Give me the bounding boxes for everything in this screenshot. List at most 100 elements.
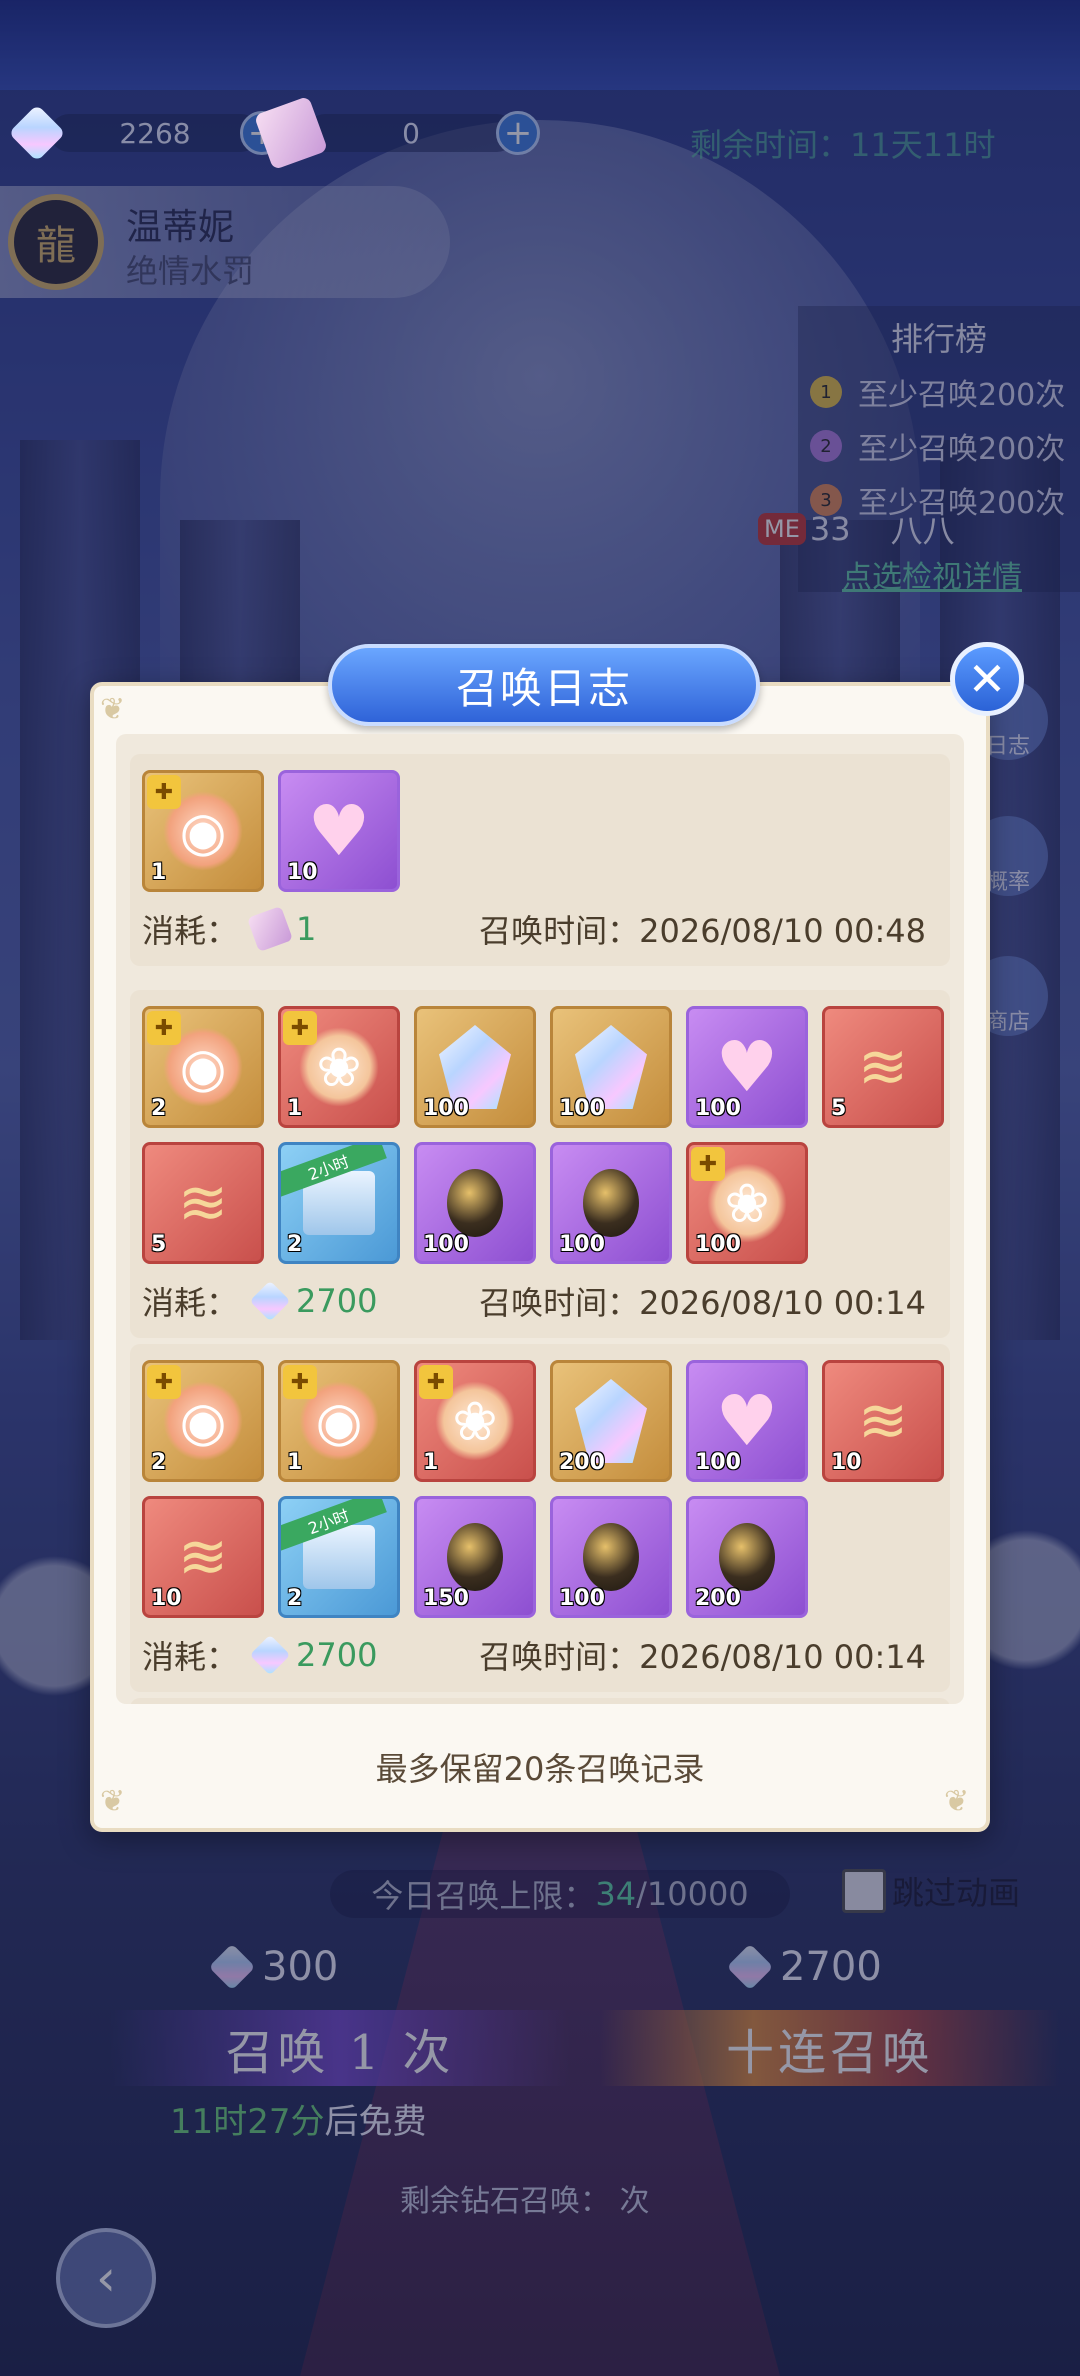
- summon-log-dialog: 召唤日志 ✕ ❦ ❦ ❦ ◉ ✚ 1 ♥ 10 消耗： 1 召唤时间：2026/08/1…: [90, 642, 1024, 1832]
- close-icon: ✕: [967, 652, 1007, 706]
- summon-time-value: 2026/08/10 00:14: [639, 1284, 926, 1322]
- reward-item[interactable]: ◉ ✚ 1: [142, 770, 264, 892]
- reward-items: ◉ ✚ 2 ◉ ✚ 1 ❀ ✚ 1 200 ♥ 100 ≋ 10 ≋ 10 2小时 2 150 100 200: [130, 1344, 950, 1618]
- reward-item[interactable]: ≋ 10: [822, 1360, 944, 1482]
- reward-quantity: 100: [559, 1586, 605, 1611]
- summon-time: 召唤时间：2026/08/10 00:48: [479, 906, 926, 952]
- heart-icon: ♥: [715, 1026, 779, 1108]
- gem-icon: [249, 1280, 291, 1322]
- egg-icon: [719, 1523, 775, 1591]
- puzzle-piece-icon: ✚: [691, 1147, 725, 1181]
- summon-time-label: 召唤时间：: [479, 1284, 640, 1322]
- summon-time-value: 2026/08/10 00:48: [639, 912, 926, 950]
- summon-time: 召唤时间：2026/08/10 00:14: [479, 1632, 926, 1678]
- corner-ornament-icon: ❦: [100, 1784, 126, 1819]
- summon-time-label: 召唤时间：: [479, 1638, 640, 1676]
- heart-icon: ♥: [307, 790, 371, 872]
- reward-quantity: 1: [287, 1096, 303, 1121]
- reward-item[interactable]: ≋ 5: [822, 1006, 944, 1128]
- reward-item[interactable]: ♥ 100: [686, 1006, 808, 1128]
- consume-amount: 2700: [296, 1636, 378, 1674]
- reward-quantity: 200: [559, 1450, 605, 1475]
- dragon-icon: ≋: [177, 1522, 229, 1592]
- reward-item[interactable]: 100: [550, 1142, 672, 1264]
- dialog-title: 召唤日志: [328, 644, 760, 726]
- reward-quantity: 10: [287, 860, 318, 885]
- consume-amount: 1: [296, 910, 317, 948]
- reward-item[interactable]: 200: [550, 1360, 672, 1482]
- reward-item[interactable]: 2小时 2: [278, 1142, 400, 1264]
- consume-label: 消耗：: [142, 1638, 239, 1676]
- puzzle-piece-icon: ✚: [283, 1011, 317, 1045]
- reward-item[interactable]: ◉ ✚ 2: [142, 1006, 264, 1128]
- summon-record-partial: [130, 1698, 950, 1704]
- reward-items: ◉ ✚ 1 ♥ 10: [130, 754, 950, 892]
- reward-item[interactable]: 100: [414, 1006, 536, 1128]
- reward-item[interactable]: ♥ 10: [278, 770, 400, 892]
- reward-item[interactable]: ≋ 10: [142, 1496, 264, 1618]
- heart-icon: ♥: [715, 1380, 779, 1462]
- reward-quantity: 5: [151, 1232, 167, 1257]
- reward-quantity: 200: [695, 1586, 741, 1611]
- reward-item[interactable]: ◉ ✚ 1: [278, 1360, 400, 1482]
- reward-item[interactable]: ≋ 5: [142, 1142, 264, 1264]
- reward-quantity: 10: [151, 1586, 182, 1611]
- reward-item[interactable]: 2小时 2: [278, 1496, 400, 1618]
- reward-quantity: 100: [559, 1096, 605, 1121]
- consume-amount: 2700: [296, 1282, 378, 1320]
- puzzle-piece-icon: ✚: [147, 1365, 181, 1399]
- reward-quantity: 1: [287, 1450, 303, 1475]
- reward-item[interactable]: ◉ ✚ 2: [142, 1360, 264, 1482]
- consume-info: 消耗： 1: [142, 905, 317, 953]
- reward-item[interactable]: 100: [550, 1006, 672, 1128]
- reward-quantity: 1: [151, 860, 167, 885]
- corner-ornament-icon: ❦: [944, 1784, 970, 1819]
- egg-icon: [447, 1523, 503, 1591]
- reward-quantity: 100: [423, 1232, 469, 1257]
- summon-record: ◉ ✚ 2 ❀ ✚ 1 100 100 ♥ 100 ≋ 5 ≋ 5 2小时 2 100 100 ❀ ✚ 100 消耗： …: [130, 990, 950, 1338]
- summon-record: ◉ ✚ 1 ♥ 10 消耗： 1 召唤时间：2026/08/10 00:48: [130, 754, 950, 966]
- reward-item[interactable]: ❀ ✚ 100: [686, 1142, 808, 1264]
- dragon-icon: ≋: [177, 1168, 229, 1238]
- egg-icon: [583, 1523, 639, 1591]
- corner-ornament-icon: ❦: [100, 692, 126, 727]
- consume-label: 消耗：: [142, 912, 239, 950]
- reward-quantity: 10: [831, 1450, 862, 1475]
- puzzle-piece-icon: ✚: [147, 1011, 181, 1045]
- reward-items: [130, 1698, 950, 1704]
- consume-info: 消耗： 2700: [142, 1632, 377, 1678]
- reward-quantity: 100: [695, 1232, 741, 1257]
- reward-item[interactable]: ♥ 100: [686, 1360, 808, 1482]
- reward-quantity: 2: [151, 1096, 167, 1121]
- summon-log-list[interactable]: ◉ ✚ 1 ♥ 10 消耗： 1 召唤时间：2026/08/10 00:48 ◉ ✚ 2 ❀ ✚…: [116, 734, 964, 1704]
- reward-item[interactable]: 100: [414, 1142, 536, 1264]
- close-button[interactable]: ✕: [950, 642, 1024, 716]
- reward-item[interactable]: 100: [550, 1496, 672, 1618]
- reward-quantity: 150: [423, 1586, 469, 1611]
- record-footer: 消耗： 2700 召唤时间：2026/08/10 00:14: [130, 1618, 950, 1692]
- dialog-footer-note: 最多保留20条召唤记录: [375, 1750, 705, 1788]
- summon-record: ◉ ✚ 2 ◉ ✚ 1 ❀ ✚ 1 200 ♥ 100 ≋ 10 ≋ 10 2小时 2 150 100 200 消耗： …: [130, 1344, 950, 1692]
- reward-item[interactable]: ❀ ✚ 1: [414, 1360, 536, 1482]
- reward-quantity: 2: [151, 1450, 167, 1475]
- record-footer: 消耗： 1 召唤时间：2026/08/10 00:48: [130, 892, 950, 966]
- puzzle-piece-icon: ✚: [147, 775, 181, 809]
- summon-time-value: 2026/08/10 00:14: [639, 1638, 926, 1676]
- summon-time: 召唤时间：2026/08/10 00:14: [479, 1278, 926, 1324]
- consume-label: 消耗：: [142, 1284, 239, 1322]
- reward-quantity: 2: [287, 1232, 303, 1257]
- reward-item[interactable]: ❀ ✚ 1: [278, 1006, 400, 1128]
- summon-time-label: 召唤时间：: [479, 912, 640, 950]
- gem-icon: [249, 1634, 291, 1676]
- puzzle-piece-icon: ✚: [283, 1365, 317, 1399]
- reward-quantity: 100: [559, 1232, 605, 1257]
- reward-quantity: 100: [695, 1096, 741, 1121]
- reward-quantity: 100: [423, 1096, 469, 1121]
- reward-item[interactable]: 150: [414, 1496, 536, 1618]
- reward-item[interactable]: 200: [686, 1496, 808, 1618]
- consume-info: 消耗： 2700: [142, 1278, 377, 1324]
- record-footer: 消耗： 2700 召唤时间：2026/08/10 00:14: [130, 1264, 950, 1338]
- puzzle-piece-icon: ✚: [419, 1365, 453, 1399]
- ticket-icon: [246, 905, 294, 953]
- reward-quantity: 2: [287, 1586, 303, 1611]
